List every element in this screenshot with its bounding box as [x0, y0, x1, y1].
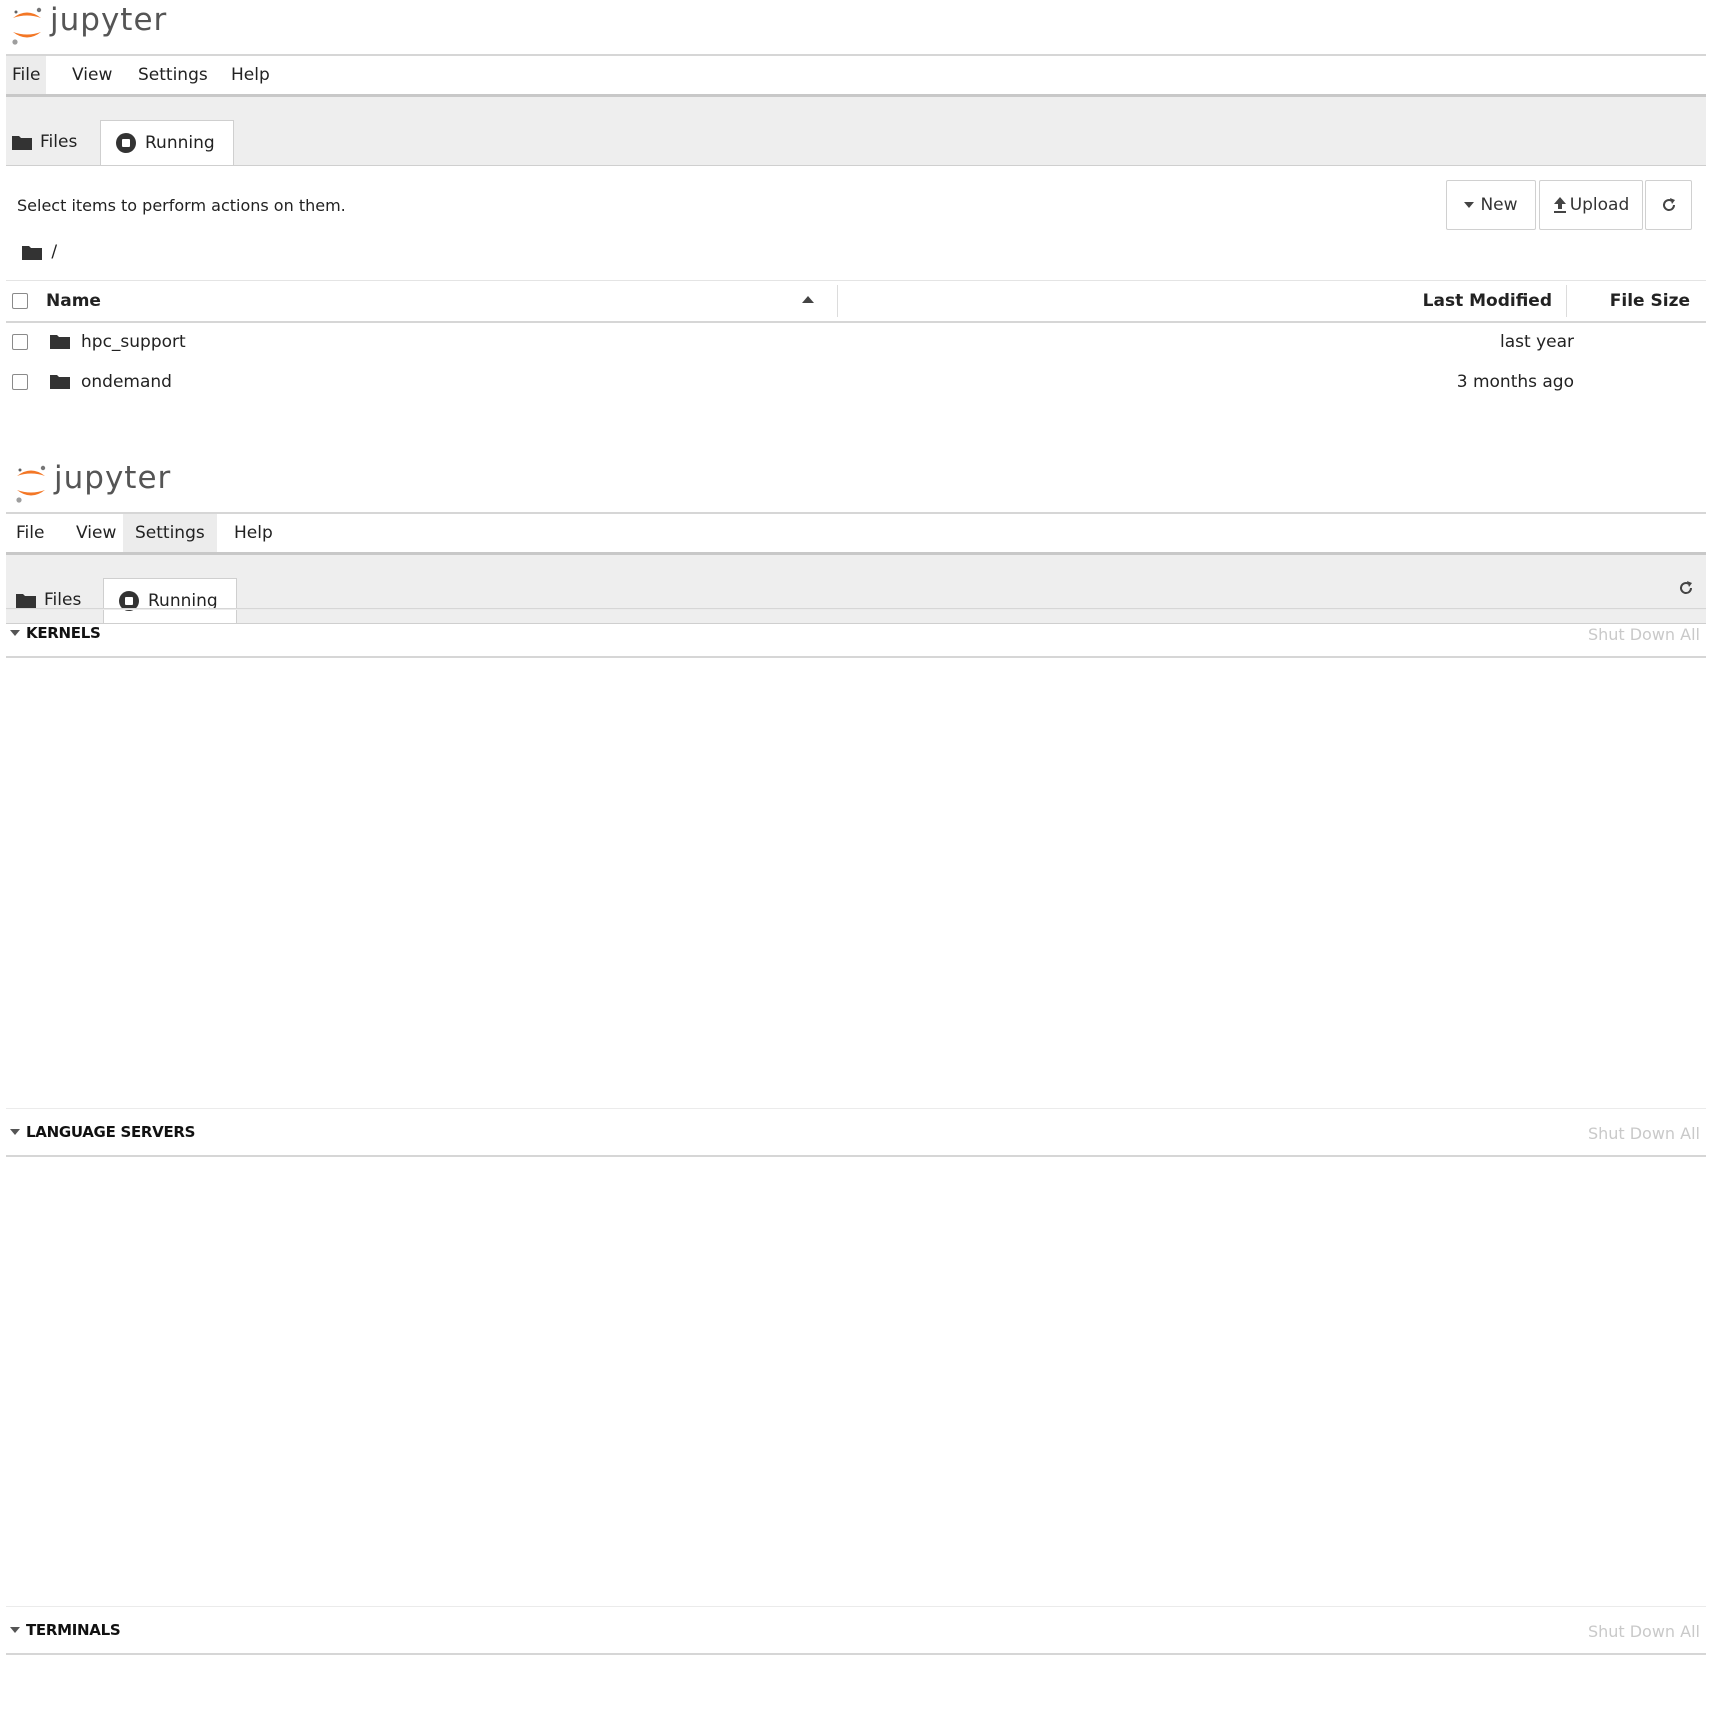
- upload-icon: [1553, 197, 1566, 213]
- file-modified: last year: [1500, 332, 1574, 352]
- menubar: File View Settings Help: [6, 56, 1706, 97]
- file-name[interactable]: ondemand: [81, 362, 172, 402]
- section-title: LANGUAGE SERVERS: [26, 1123, 196, 1141]
- sort-ascending-icon[interactable]: [802, 296, 814, 303]
- home-folder-icon[interactable]: [22, 245, 42, 260]
- row-checkbox[interactable]: [12, 374, 28, 390]
- refresh-button[interactable]: [1645, 180, 1692, 230]
- caret-down-icon: [1464, 202, 1475, 208]
- logo-text: jupyter: [54, 460, 172, 496]
- menu-file[interactable]: File: [6, 56, 47, 94]
- column-divider: [837, 285, 838, 317]
- jupyter-logo-icon: [12, 7, 42, 45]
- section-title: KERNELS: [26, 624, 101, 642]
- caret-down-icon[interactable]: [10, 630, 20, 636]
- menu-file[interactable]: File: [10, 514, 50, 552]
- header: jupyter: [6, 458, 1706, 514]
- tab-bar: Files Running: [6, 97, 1706, 166]
- jupyter-logo-icon: [16, 465, 46, 503]
- new-button-label: New: [1480, 195, 1518, 215]
- shut-down-all-button[interactable]: Shut Down All: [1588, 610, 1700, 660]
- menu-view[interactable]: View: [66, 56, 118, 94]
- breadcrumb: /: [22, 242, 57, 268]
- upload-button-label: Upload: [1569, 195, 1630, 215]
- folder-icon: [50, 375, 70, 389]
- menu-help[interactable]: Help: [225, 56, 276, 94]
- caret-down-icon[interactable]: [10, 1627, 20, 1633]
- tab-running[interactable]: Running: [100, 120, 234, 165]
- menu-view[interactable]: View: [70, 514, 122, 552]
- stop-circle-icon: [116, 133, 136, 153]
- files-toolbar: Select items to perform actions on them.…: [6, 166, 1706, 236]
- new-button[interactable]: New: [1446, 180, 1536, 230]
- shut-down-all-button[interactable]: Shut Down All: [1588, 1109, 1700, 1159]
- folder-icon: [12, 135, 32, 150]
- folder-icon: [50, 335, 70, 349]
- menu-settings[interactable]: Settings: [123, 514, 217, 552]
- row-checkbox[interactable]: [12, 334, 28, 350]
- file-name[interactable]: hpc_support: [81, 322, 186, 362]
- refresh-icon: [1662, 198, 1675, 211]
- column-name[interactable]: Name: [46, 281, 101, 321]
- menu-help[interactable]: Help: [228, 514, 279, 552]
- shut-down-all-button[interactable]: Shut Down All: [1588, 1607, 1700, 1657]
- section-kernels[interactable]: KERNELS Shut Down All: [6, 609, 1706, 658]
- file-row[interactable]: ondemand 3 months ago: [6, 362, 1706, 402]
- section-title: TERMINALS: [26, 1621, 121, 1639]
- section-terminals[interactable]: TERMINALS Shut Down All: [6, 1606, 1706, 1655]
- section-language-servers[interactable]: LANGUAGE SERVERS Shut Down All: [6, 1108, 1706, 1157]
- column-file-size[interactable]: File Size: [1610, 281, 1690, 321]
- file-modified: 3 months ago: [1456, 372, 1574, 392]
- selection-status: Select items to perform actions on them.: [17, 196, 346, 215]
- tab-files[interactable]: Files: [12, 120, 98, 165]
- caret-down-icon[interactable]: [10, 1129, 20, 1135]
- logo-text: jupyter: [50, 2, 168, 38]
- file-row[interactable]: hpc_support last year: [6, 322, 1706, 362]
- column-divider: [1566, 285, 1567, 317]
- menubar: File View Settings Help: [6, 514, 1706, 555]
- tab-running-label: Running: [145, 133, 215, 153]
- menu-settings[interactable]: Settings: [132, 56, 214, 94]
- files-panel: jupyter File View Settings Help Files Ru…: [6, 0, 1706, 420]
- file-list-header: Name Last Modified File Size: [6, 280, 1706, 323]
- breadcrumb-root[interactable]: /: [51, 242, 57, 262]
- select-all-checkbox[interactable]: [12, 293, 28, 309]
- upload-button[interactable]: Upload: [1539, 180, 1643, 230]
- header: jupyter: [6, 0, 1706, 56]
- tab-files-label: Files: [40, 132, 78, 152]
- running-panel: jupyter File View Settings Help Files Ru…: [6, 458, 1706, 1716]
- column-last-modified[interactable]: Last Modified: [1423, 281, 1552, 321]
- refresh-icon[interactable]: [1678, 580, 1694, 596]
- running-toolbar: [6, 568, 1706, 610]
